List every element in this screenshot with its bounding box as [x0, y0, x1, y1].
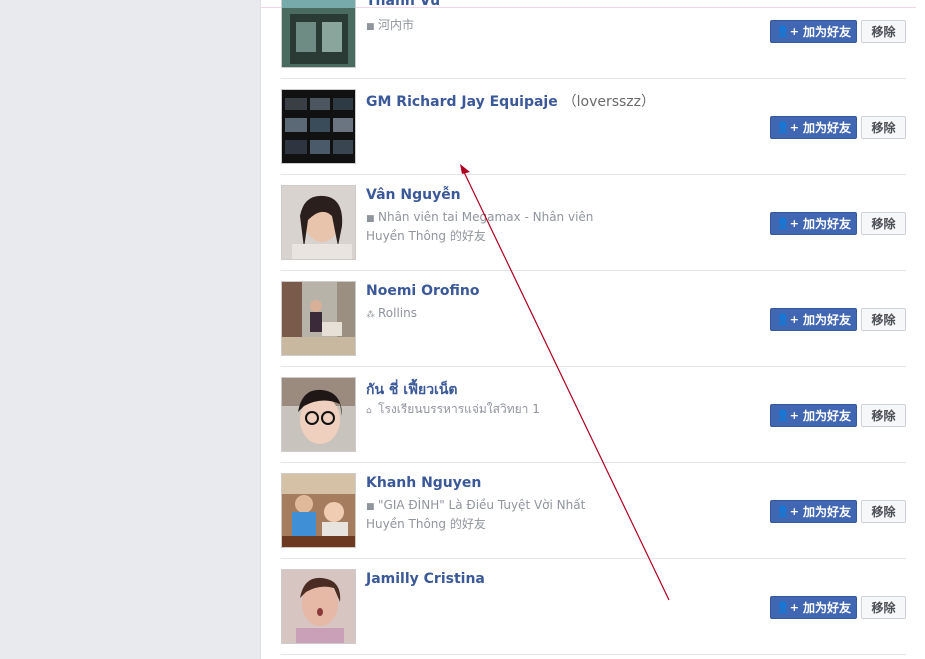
- friend-suggestions-panel: Thanh Vu ■ 河内市 👤+ 加为好友 移除 GM Richard Jay E…: [261, 0, 925, 659]
- person-name[interactable]: กัน ชี่ เฟี้ยวเน็ต: [366, 379, 458, 401]
- add-person-icon: 👤+: [776, 25, 799, 38]
- remove-button[interactable]: 移除: [861, 20, 906, 43]
- avatar[interactable]: [281, 89, 356, 164]
- avatar[interactable]: [281, 473, 356, 548]
- person-name[interactable]: Noemi Orofino: [366, 283, 479, 299]
- avatar[interactable]: [281, 0, 356, 68]
- avatar[interactable]: [281, 281, 356, 356]
- person-alias: （loversszz）: [562, 94, 656, 110]
- add-friend-button[interactable]: 👤+ 加为好友: [770, 212, 857, 235]
- list-item: Noemi Orofino ⁂ Rollins 👤+ 加为好友 移除: [281, 271, 906, 367]
- add-person-icon: 👤+: [776, 217, 799, 230]
- person-name[interactable]: Thanh Vu: [366, 0, 440, 9]
- briefcase-icon: ■: [366, 22, 375, 32]
- list-item: กัน ชี่ เฟี้ยวเน็ต ⌂ โรงเรียนบรรหารแจ่มใส…: [281, 367, 906, 463]
- add-person-icon: 👤+: [776, 601, 799, 614]
- mutual-friend[interactable]: Huyền Thông 的好友: [366, 515, 486, 534]
- person-name[interactable]: GM Richard Jay Equipaje （loversszz）: [366, 91, 655, 111]
- list-item: GM Richard Jay Equipaje （loversszz） 👤+ 加为…: [281, 79, 906, 175]
- list-item: Vân Nguyễn ■ Nhân viên tai Megamax - Nhân…: [281, 175, 906, 271]
- person-detail: ■ Nhân viên tai Megamax - Nhân viên: [366, 208, 593, 229]
- avatar[interactable]: [281, 569, 356, 644]
- add-person-icon: 👤+: [776, 313, 799, 326]
- add-friend-button[interactable]: 👤+ 加为好友: [770, 308, 857, 331]
- list-item: Khanh Nguyen ■ "GIA ĐÌNH" Là Điều Tuyệt V…: [281, 463, 906, 559]
- person-detail: ■ 河内市: [366, 16, 414, 37]
- avatar[interactable]: [281, 377, 356, 452]
- school-icon: ⌂: [366, 406, 372, 416]
- add-person-icon: 👤+: [776, 505, 799, 518]
- remove-button[interactable]: 移除: [861, 116, 906, 139]
- add-friend-button[interactable]: 👤+ 加为好友: [770, 20, 857, 43]
- add-friend-button[interactable]: 👤+ 加为好友: [770, 596, 857, 619]
- list-item: Thanh Vu ■ 河内市 👤+ 加为好友 移除: [281, 0, 906, 79]
- remove-button[interactable]: 移除: [861, 212, 906, 235]
- remove-button[interactable]: 移除: [861, 596, 906, 619]
- mutual-friend[interactable]: Huyền Thông 的好友: [366, 227, 486, 246]
- remove-button[interactable]: 移除: [861, 404, 906, 427]
- list-item: Jamilly Cristina 👤+ 加为好友 移除: [281, 559, 906, 655]
- add-friend-button[interactable]: 👤+ 加为好友: [770, 404, 857, 427]
- add-person-icon: 👤+: [776, 121, 799, 134]
- avatar[interactable]: [281, 185, 356, 260]
- left-gutter: [0, 0, 261, 659]
- add-person-icon: 👤+: [776, 409, 799, 422]
- add-friend-button[interactable]: 👤+ 加为好友: [770, 116, 857, 139]
- remove-button[interactable]: 移除: [861, 500, 906, 523]
- person-name[interactable]: Khanh Nguyen: [366, 475, 481, 491]
- add-friend-button[interactable]: 👤+ 加为好友: [770, 500, 857, 523]
- remove-button[interactable]: 移除: [861, 308, 906, 331]
- person-name[interactable]: Vân Nguyễn: [366, 187, 461, 203]
- network-icon: ⁂: [366, 310, 375, 320]
- person-detail: ⌂ โรงเรียนบรรหารแจ่มใสวิทยา 1: [366, 400, 540, 421]
- person-detail: ⁂ Rollins: [366, 304, 417, 325]
- person-name[interactable]: Jamilly Cristina: [366, 571, 485, 587]
- person-detail: ■ "GIA ĐÌNH" Là Điều Tuyệt Vời Nhất: [366, 496, 585, 517]
